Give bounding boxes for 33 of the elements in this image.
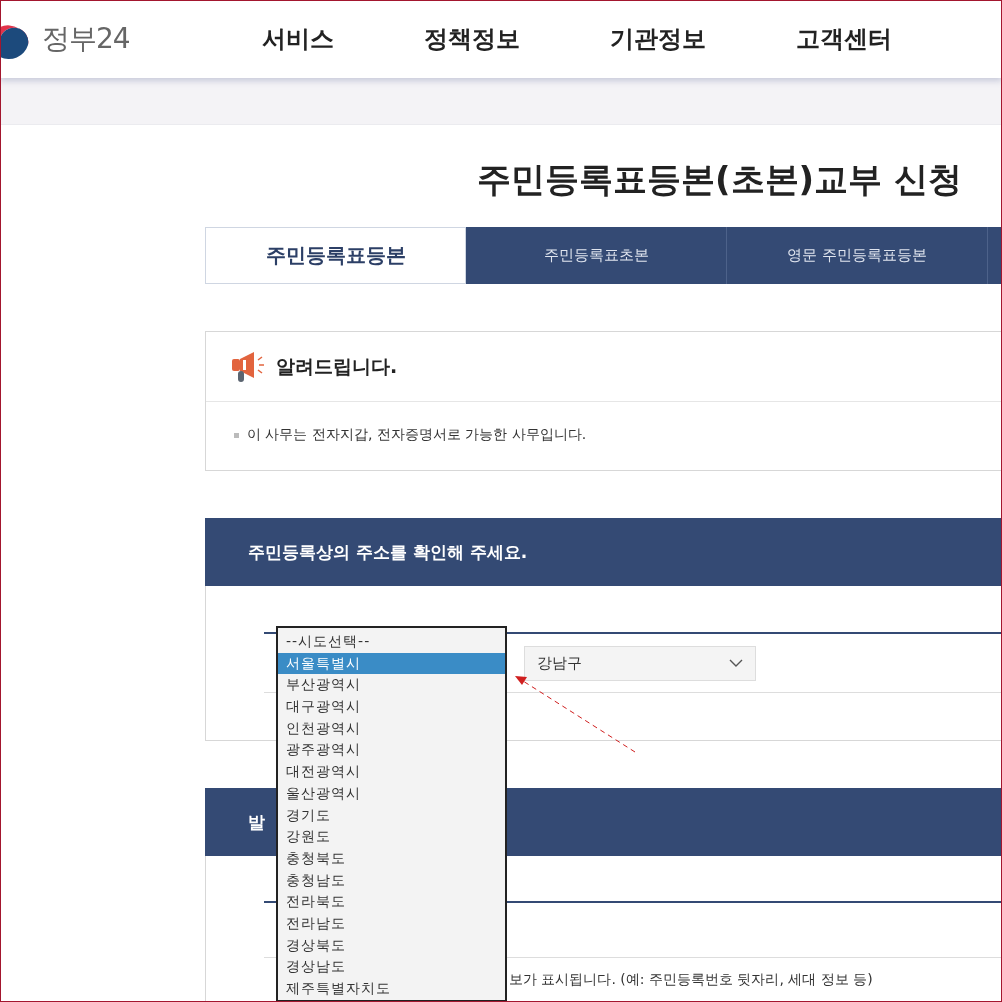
section-title: 주민등록상의 주소를 확인해 주세요. [248,540,528,564]
dropdown-option[interactable]: 강원도 [278,826,505,848]
dropdown-option[interactable]: 충청북도 [278,847,505,870]
nav-link[interactable]: 서비스 [262,23,334,55]
section-title: 발 [248,810,265,834]
dropdown-option[interactable]: 전라남도 [278,912,505,935]
dropdown-option[interactable]: 부산광역시 [278,674,505,697]
dropdown-option[interactable]: 대전광역시 [278,761,505,783]
bullet-icon [234,432,239,438]
dropdown-option[interactable]: 전라북도 [278,891,505,913]
dropdown-option[interactable]: 경상남도 [278,956,505,978]
dropdown-option[interactable]: 대구광역시 [278,696,505,718]
dropdown-option[interactable]: 서울특별시 [278,652,505,675]
dropdown-option[interactable]: --시도선택-- [278,631,505,653]
megaphone-icon [230,350,266,383]
info-text: 보가 표시됩니다. (예: 주민등록번호 뒷자리, 세대 정보 등) [509,971,873,989]
page-title: 주민등록표등본(초본)교부 신청 [477,158,962,201]
dropdown-option[interactable]: 충청남도 [278,869,505,892]
nav-link[interactable]: 고객센터 [796,23,892,55]
dropdown-option[interactable]: 광주광역시 [278,739,505,762]
notice-text: 이 사무는 전자지갑, 전자증명서로 가능한 사무입니다. [247,426,587,444]
nav-link[interactable]: 정책정보 [424,23,520,55]
dropdown-option[interactable]: 인천광역시 [278,717,505,740]
chevron-down-icon [729,659,743,667]
nav-link[interactable]: 기관정보 [610,23,706,55]
dropdown-option[interactable]: 경기도 [278,804,505,827]
tab[interactable]: 주민등록표등본 [205,227,466,284]
logo-text[interactable]: 정부24 [42,20,130,58]
district-select[interactable]: 강남구 [524,645,756,681]
notice-title: 알려드립니다. [276,353,398,379]
dropdown-option[interactable]: 경상북도 [278,934,505,957]
dropdown-option[interactable]: 제주특별자치도 [278,978,505,1000]
dropdown-option[interactable]: 울산광역시 [278,782,505,805]
